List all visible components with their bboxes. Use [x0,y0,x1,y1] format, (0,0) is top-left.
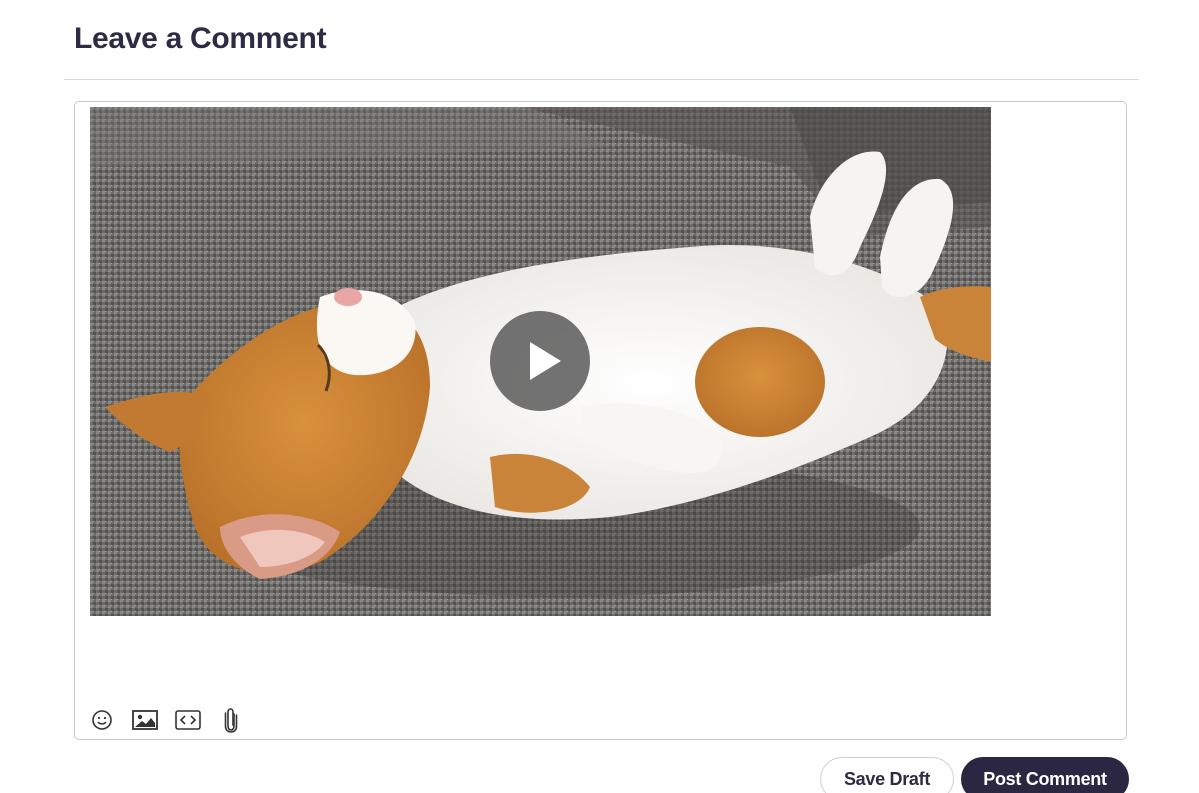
paperclip-icon [224,708,238,733]
attach-file-button[interactable] [216,705,246,735]
play-button[interactable] [490,311,590,411]
save-draft-button[interactable]: Save Draft [820,757,954,793]
insert-code-button[interactable] [173,705,203,735]
page-title: Leave a Comment [74,22,327,55]
image-icon [132,710,158,730]
play-icon [530,342,561,380]
code-icon [175,710,201,730]
comment-editor[interactable] [74,101,1127,740]
comment-section: Leave a Comment Save Draft Post Comment [0,0,1199,793]
insert-image-button[interactable] [130,705,160,735]
video-embed[interactable] [90,107,991,616]
post-comment-button[interactable]: Post Comment [961,757,1129,793]
editor-toolbar [87,705,259,735]
smiley-icon [92,710,112,730]
divider [64,79,1139,80]
emoji-button[interactable] [87,705,117,735]
